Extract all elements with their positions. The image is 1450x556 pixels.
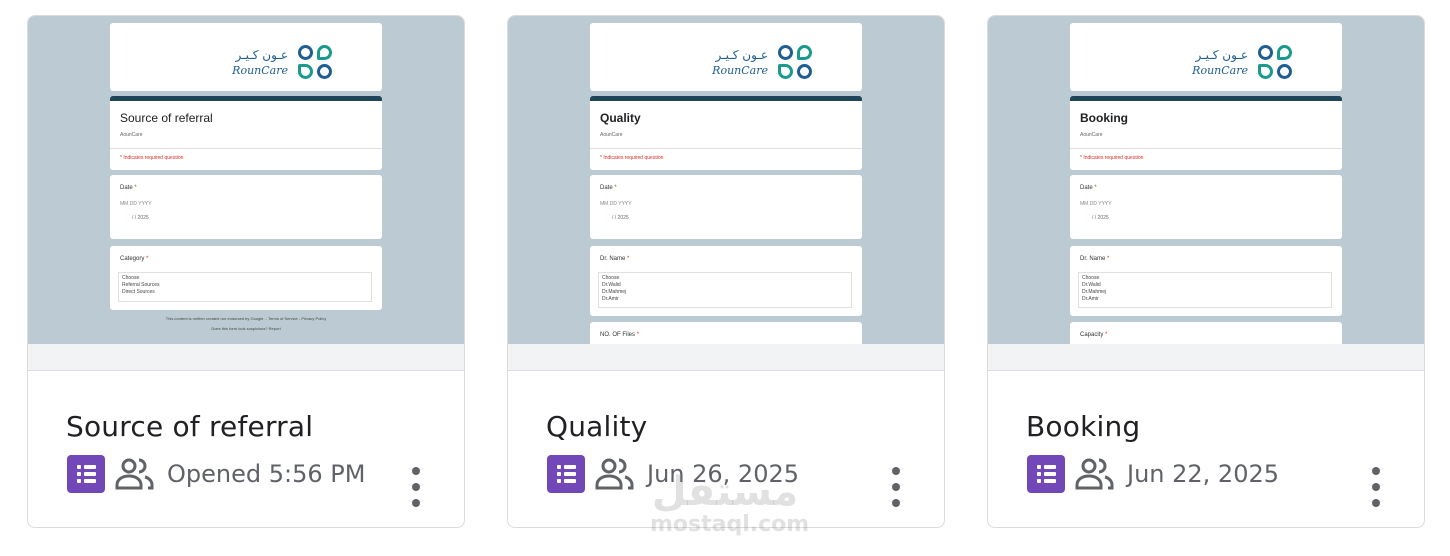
preview-form-title: Booking xyxy=(1080,111,1128,125)
card-meta-text: Jun 22, 2025 xyxy=(1127,460,1280,488)
logo-arabic-text: عـون كـيـر xyxy=(1195,48,1249,62)
preview-question-label: NO. OF Files xyxy=(600,332,636,338)
form-header-image: عـون كـيـر RounCare xyxy=(1070,23,1342,91)
form-title: Quality xyxy=(546,410,648,443)
card-meta: Jun 22, 2025 xyxy=(1027,455,1279,493)
preview-question-label: Date xyxy=(120,185,133,191)
aouncare-logo: عـون كـيـر RounCare xyxy=(232,45,334,81)
preview-date-value: / / 2025 xyxy=(132,215,149,221)
preview-question-card: NO. OF Files * xyxy=(590,322,862,344)
preview-form-subtitle: AounCare xyxy=(1080,132,1103,138)
preview-question-card: Date * MM DD YYYY / / 2025 xyxy=(110,175,382,239)
preview-date-value: / / 2025 xyxy=(612,215,629,221)
logo-english-text: RounCare xyxy=(1192,64,1248,77)
form-header-image: عـون كـيـر RounCare xyxy=(590,23,862,91)
form-title: Booking xyxy=(1026,410,1141,443)
card-meta: Opened 5:56 PM xyxy=(67,455,365,493)
preview-question-label: Capacity xyxy=(1080,332,1104,338)
form-title-card: Quality AounCare * Indicates required qu… xyxy=(590,96,862,170)
preview-question-card: Category * Choose Referral Sources Direc… xyxy=(110,246,382,310)
preview-date-format: MM DD YYYY xyxy=(600,201,632,207)
preview-options: Choose Dr.Walid Dr.Mahmej Dr.Amir xyxy=(598,272,852,308)
preview-options: Choose Dr.Walid Dr.Mahmej Dr.Amir xyxy=(1078,272,1332,308)
preview-question-card: Capacity * xyxy=(1070,322,1342,344)
card-meta-text: Opened 5:56 PM xyxy=(167,460,366,488)
preview-question-card: Date * MM DD YYYY / / 2025 xyxy=(590,175,862,239)
logo-arabic-text: عـون كـيـر xyxy=(235,48,289,62)
form-title-card: Source of referral AounCare * Indicates … xyxy=(110,96,382,170)
logo-english-text: RounCare xyxy=(232,64,288,77)
form-thumbnail: عـون كـيـر RounCare Source of referral A… xyxy=(28,16,464,344)
preview-form-title: Quality xyxy=(600,111,641,125)
forms-icon xyxy=(67,455,105,493)
logo-english-text: RounCare xyxy=(712,64,768,77)
form-card[interactable]: عـون كـيـر RounCare Booking AounCare * I… xyxy=(987,15,1425,528)
preview-options: Choose Referral Sources Direct Sources xyxy=(118,272,372,302)
people-icon xyxy=(115,455,155,493)
logo-mark-icon xyxy=(298,45,334,81)
preview-question-label: Category xyxy=(120,256,145,262)
preview-required-note: * Indicates required question xyxy=(120,155,184,161)
preview-question-label: Date xyxy=(600,185,613,191)
form-thumbnail: عـون كـيـر RounCare Booking AounCare * I… xyxy=(988,16,1424,344)
preview-date-value: / / 2025 xyxy=(1092,215,1109,221)
card-info: Booking Jun 22, 2025 xyxy=(988,372,1424,527)
card-info: Source of referral Opened 5:56 PM xyxy=(28,372,464,527)
more-vert-icon[interactable] xyxy=(408,467,424,507)
preview-footer-text: This content is neither created nor endo… xyxy=(165,316,327,321)
recent-forms-grid: عـون كـيـر RounCare Source of referral A… xyxy=(0,0,1450,556)
form-thumbnail: عـون كـيـر RounCare Quality AounCare * I… xyxy=(508,16,944,344)
preview-required-note: * Indicates required question xyxy=(1080,155,1144,161)
form-title: Source of referral xyxy=(66,410,314,443)
form-header-image: عـون كـيـر RounCare xyxy=(110,23,382,91)
preview-question-label: Dr. Name xyxy=(600,256,626,262)
preview-question-label: Date xyxy=(1080,185,1093,191)
logo-mark-icon xyxy=(778,45,814,81)
preview-form-subtitle: AounCare xyxy=(120,132,143,138)
forms-icon xyxy=(547,455,585,493)
people-icon xyxy=(595,455,635,493)
preview-form-subtitle: AounCare xyxy=(600,132,623,138)
aouncare-logo: عـون كـيـر RounCare xyxy=(1192,45,1294,81)
preview-form-title: Source of referral xyxy=(120,111,213,125)
preview-question-label: Dr. Name xyxy=(1080,256,1106,262)
watermark: مستقل mostaql.com xyxy=(650,469,810,537)
preview-footer-text: Does this form look suspicious? Report xyxy=(211,326,281,331)
aouncare-logo: عـون كـيـر RounCare xyxy=(712,45,814,81)
logo-mark-icon xyxy=(1258,45,1294,81)
watermark-arabic: مستقل xyxy=(651,469,799,515)
preview-question-card: Dr. Name * Choose Dr.Walid Dr.Mahmej Dr.… xyxy=(1070,246,1342,316)
preview-question-card: Date * MM DD YYYY / / 2025 xyxy=(1070,175,1342,239)
preview-date-format: MM DD YYYY xyxy=(120,201,152,207)
form-title-card: Booking AounCare * Indicates required qu… xyxy=(1070,96,1342,170)
watermark-latin: mostaql.com xyxy=(650,512,810,537)
preview-required-note: * Indicates required question xyxy=(600,155,664,161)
more-vert-icon[interactable] xyxy=(1368,467,1384,507)
preview-question-card: Dr. Name * Choose Dr.Walid Dr.Mahmej Dr.… xyxy=(590,246,862,316)
form-card[interactable]: عـون كـيـر RounCare Quality AounCare * I… xyxy=(507,15,945,528)
more-vert-icon[interactable] xyxy=(888,467,904,507)
logo-arabic-text: عـون كـيـر xyxy=(715,48,769,62)
form-card[interactable]: عـون كـيـر RounCare Source of referral A… xyxy=(27,15,465,528)
preview-date-format: MM DD YYYY xyxy=(1080,201,1112,207)
people-icon xyxy=(1075,455,1115,493)
forms-icon xyxy=(1027,455,1065,493)
